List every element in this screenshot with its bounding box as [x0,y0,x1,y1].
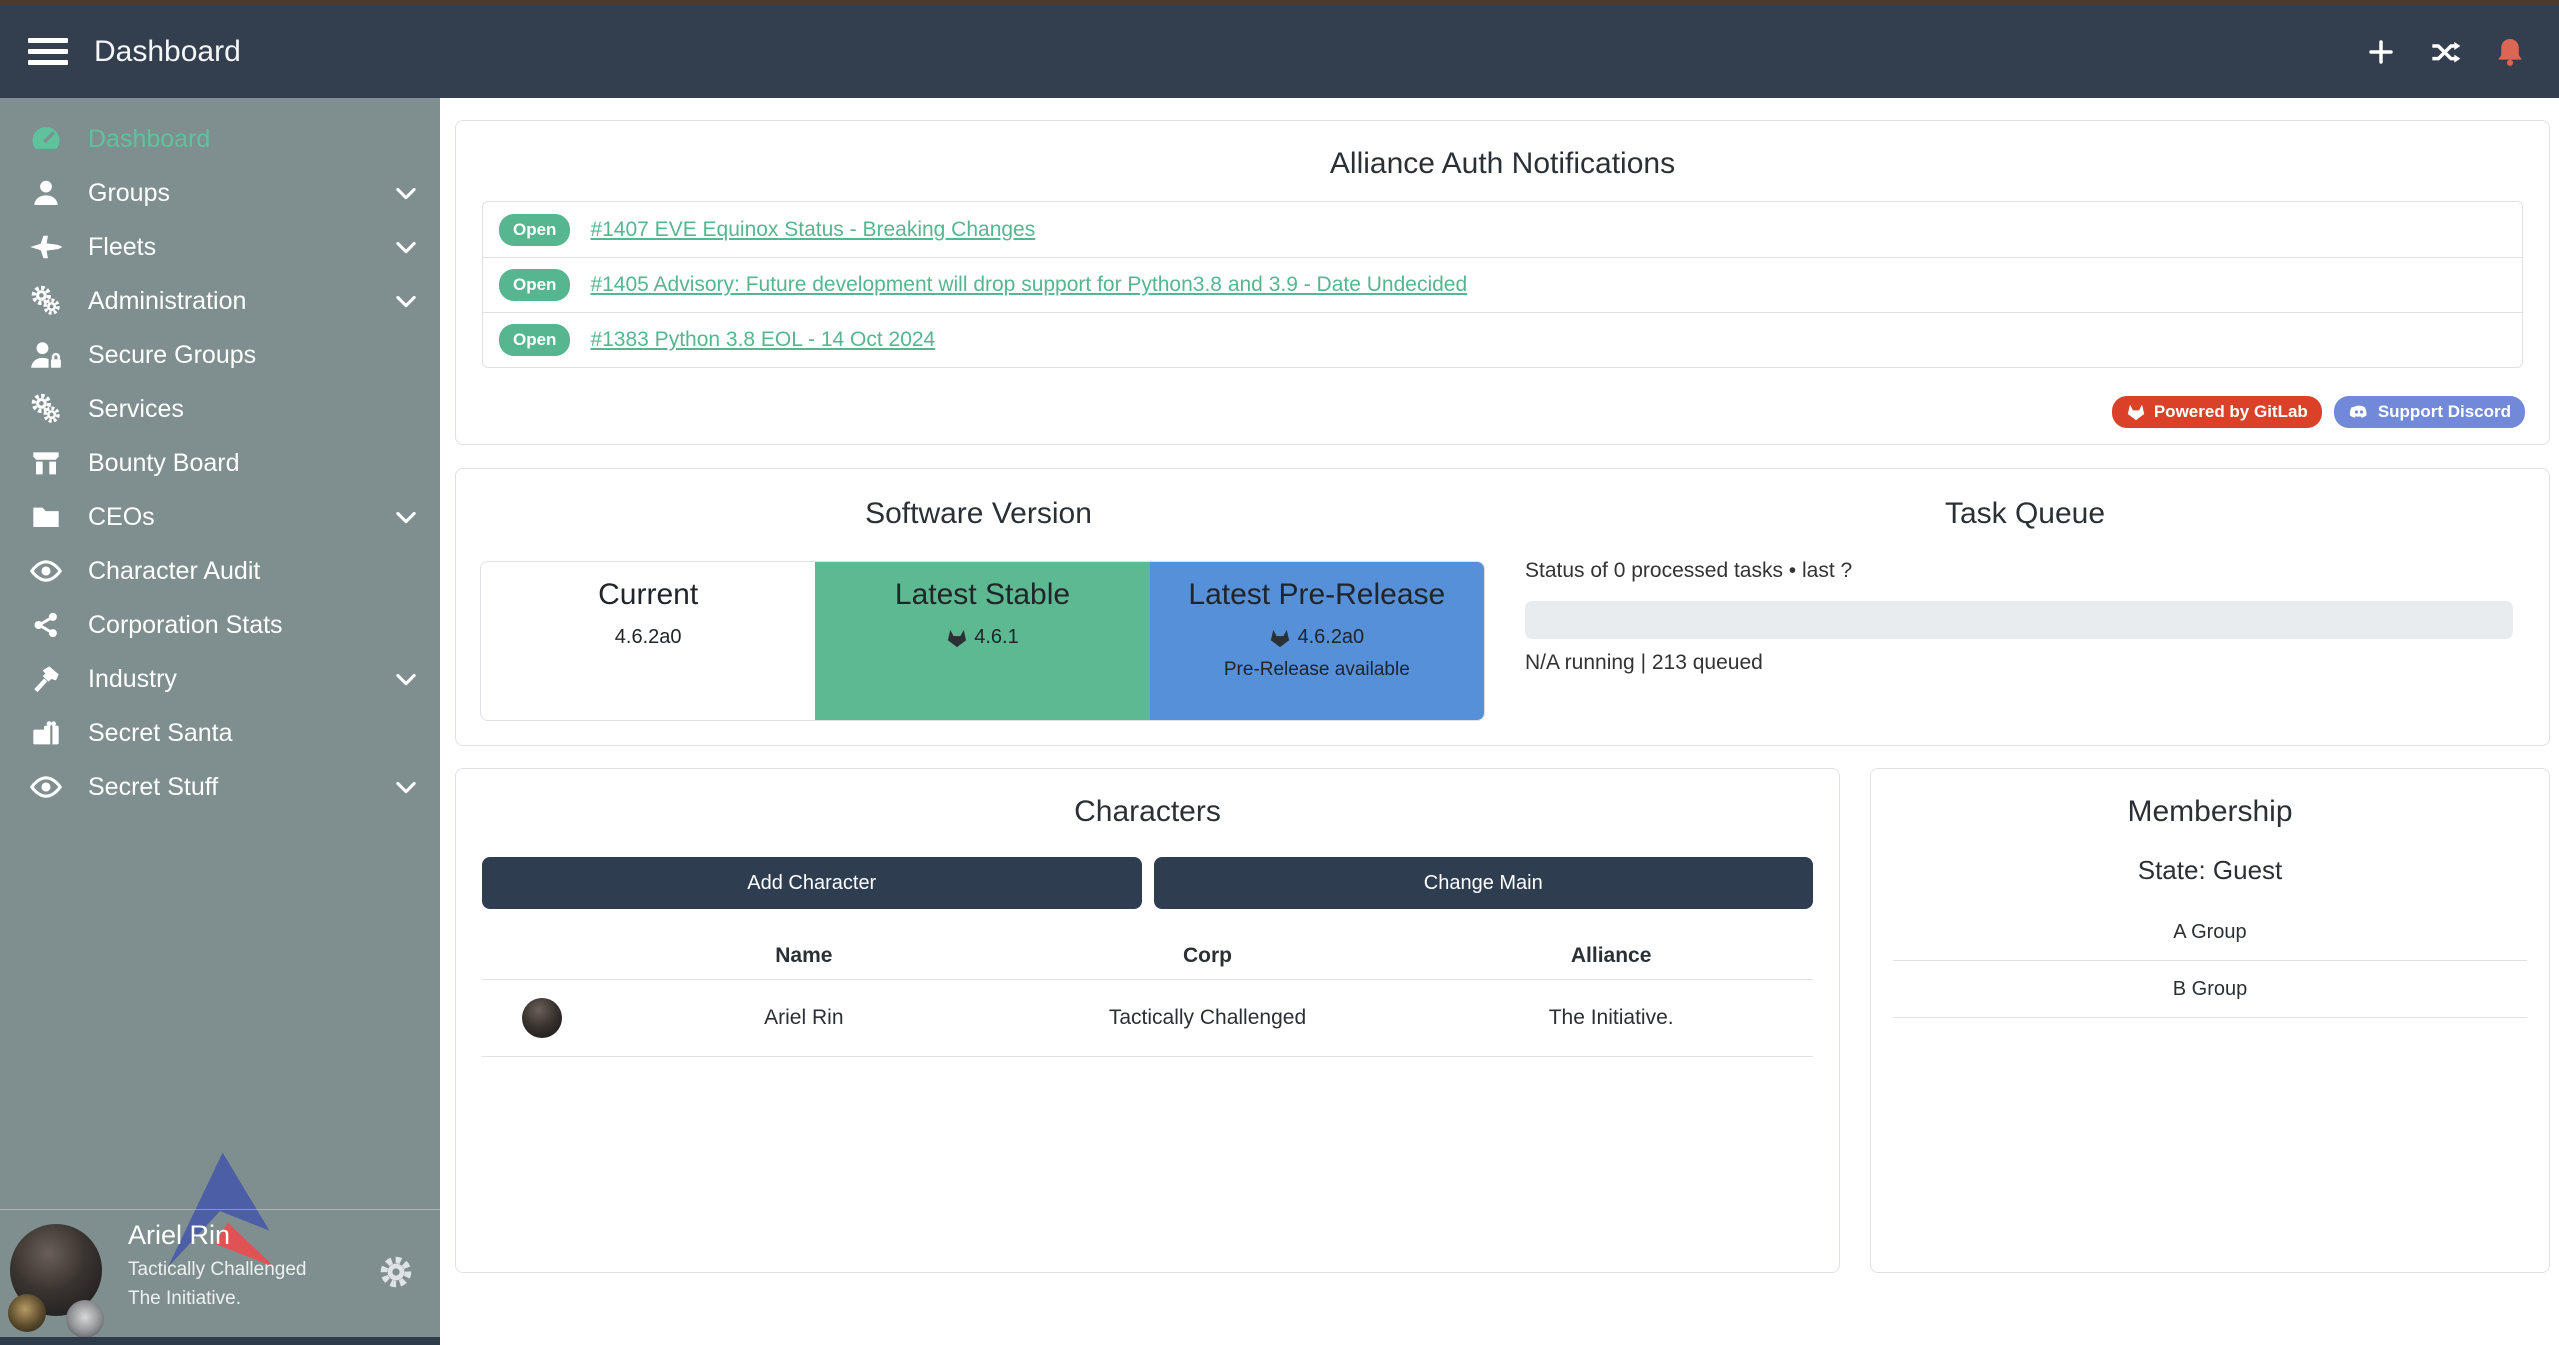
user-lock-icon [26,338,66,372]
sidebar: Dashboard Groups Fleets Administration S… [0,98,440,1345]
membership-card: Membership State: Guest A Group B Group [1870,768,2550,1273]
character-corp: Tactically Challenged [1006,1006,1410,1030]
sidebar-item-services[interactable]: Services [0,382,440,436]
discord-icon [2348,402,2370,422]
group-list-item: B Group [1893,961,2527,1018]
chevron-down-icon [392,503,420,531]
version-latest-prerelease: Latest Pre-Release 4.6.2a0 Pre-Release a… [1150,562,1484,720]
sidebar-item-corporation-stats[interactable]: Corporation Stats [0,598,440,652]
task-queue-section: Task Queue Status of 0 processed tasks •… [1501,469,2549,745]
top-navbar: Dashboard [0,5,2559,98]
chevron-down-icon [392,287,420,315]
notification-link[interactable]: #1407 EVE Equinox Status - Breaking Chan… [590,218,1035,242]
notification-row[interactable]: Open #1405 Advisory: Future development … [483,257,2522,312]
notifications-title: Alliance Auth Notifications [456,147,2549,181]
version-current: Current 4.6.2a0 [481,562,815,720]
dashboard-gauge-icon [26,122,66,156]
notifications-bell-icon[interactable] [2493,35,2527,69]
status-badge: Open [499,214,570,246]
gitlab-tanuki-icon [946,628,968,648]
characters-title: Characters [456,795,1839,829]
alliance-auth-notifications-card: Alliance Auth Notifications Open #1407 E… [455,120,2550,445]
sidebar-item-secret-santa[interactable]: Secret Santa [0,706,440,760]
gears-icon [26,284,66,318]
gifts-icon [26,717,66,749]
sidebar-item-industry[interactable]: Industry [0,652,440,706]
change-main-button[interactable]: Change Main [1154,857,1814,909]
hammer-icon [26,663,66,695]
shuffle-icon[interactable] [2427,36,2463,68]
notification-link[interactable]: #1383 Python 3.8 EOL - 14 Oct 2024 [590,328,935,352]
status-badge: Open [499,269,570,301]
gitlab-tanuki-icon [2126,403,2146,421]
alliance-logo-badge [66,1300,104,1338]
sidebar-item-secure-groups[interactable]: Secure Groups [0,328,440,382]
add-character-button[interactable]: Add Character [482,857,1142,909]
notification-row[interactable]: Open #1383 Python 3.8 EOL - 14 Oct 2024 [483,312,2522,367]
version-latest-stable: Latest Stable 4.6.1 [815,562,1149,720]
support-discord-badge[interactable]: Support Discord [2334,396,2525,428]
sidebar-item-character-audit[interactable]: Character Audit [0,544,440,598]
user-alliance: The Initiative. [128,1288,307,1310]
share-icon [26,610,66,640]
eye-icon [26,770,66,804]
chevron-down-icon [392,773,420,801]
page-title: Dashboard [94,35,241,69]
character-name: Ariel Rin [602,1006,1006,1030]
group-list-item: A Group [1893,904,2527,961]
sidebar-item-bounty-board[interactable]: Bounty Board [0,436,440,490]
notification-row[interactable]: Open #1407 EVE Equinox Status - Breaking… [483,202,2522,257]
sidebar-item-administration[interactable]: Administration [0,274,440,328]
user-corp: Tactically Challenged [128,1259,307,1281]
sidebar-footer-strip [0,1337,440,1345]
gears-icon [26,392,66,426]
notifications-list: Open #1407 EVE Equinox Status - Breaking… [482,201,2523,368]
task-queue-title: Task Queue [1501,497,2549,531]
sidebar-item-dashboard[interactable]: Dashboard [0,112,440,166]
fighter-jet-icon [26,229,66,265]
gitlab-tanuki-icon [1269,628,1291,648]
user-avatar [10,1224,110,1324]
hamburger-menu-icon[interactable] [28,32,68,71]
powered-by-gitlab-badge[interactable]: Powered by GitLab [2112,396,2322,428]
prerelease-note: Pre-Release available [1150,659,1484,681]
add-icon[interactable] [2365,36,2397,68]
software-version-card: Software Version Current 4.6.2a0 Latest … [455,468,2550,746]
notification-link[interactable]: #1405 Advisory: Future development will … [590,273,1467,297]
user-icon [26,177,66,209]
corp-logo-badge [8,1294,46,1332]
characters-table: Name Corp Alliance Ariel Rin Tactically … [482,933,1813,1057]
membership-title: Membership [1871,795,2549,829]
task-queue-counts: N/A running | 213 queued [1525,651,1763,675]
sidebar-item-groups[interactable]: Groups [0,166,440,220]
sidebar-item-secret-stuff[interactable]: Secret Stuff [0,760,440,814]
chevron-down-icon [392,665,420,693]
character-row: Ariel Rin Tactically Challenged The Init… [482,979,1813,1057]
status-badge: Open [499,324,570,356]
task-queue-status: Status of 0 processed tasks • last ? [1525,559,1852,583]
main-content: Alliance Auth Notifications Open #1407 E… [440,98,2559,1345]
character-alliance: The Initiative. [1409,1006,1813,1030]
chevron-down-icon [392,233,420,261]
membership-group-list: A Group B Group [1893,904,2527,1018]
characters-card: Characters Add Character Change Main Nam… [455,768,1840,1273]
chevron-down-icon [392,179,420,207]
task-queue-progressbar [1525,601,2513,639]
eye-icon [26,554,66,588]
version-box: Current 4.6.2a0 Latest Stable 4.6.1 Late… [480,561,1485,721]
character-avatar [522,998,562,1038]
sidebar-item-ceos[interactable]: CEOs [0,490,440,544]
sidebar-item-fleets[interactable]: Fleets [0,220,440,274]
sidebar-user-panel: Ariel Rin Tactically Challenged The Init… [0,1209,440,1337]
software-version-title: Software Version [456,497,1501,531]
store-icon [26,447,66,479]
user-name: Ariel Rin [128,1220,307,1251]
membership-state: State: Guest [1871,855,2549,886]
software-version-section: Software Version Current 4.6.2a0 Latest … [456,469,1501,745]
folder-icon [26,501,66,533]
characters-table-header: Name Corp Alliance [482,933,1813,979]
user-settings-gear-icon[interactable] [378,1254,414,1290]
